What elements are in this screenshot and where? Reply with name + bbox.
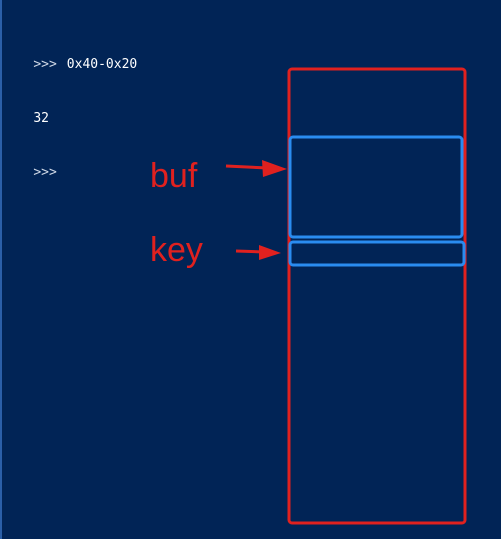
stack-diagram-svg	[225, 67, 467, 525]
buf-label: buf	[150, 157, 198, 195]
buf-region-outline	[288, 135, 464, 239]
key-label: key	[150, 231, 203, 269]
stack-diagram-annotation: buf key	[0, 0, 501, 539]
buf-arrow	[225, 160, 287, 177]
key-region-outline	[288, 240, 466, 267]
key-arrow	[235, 245, 281, 260]
